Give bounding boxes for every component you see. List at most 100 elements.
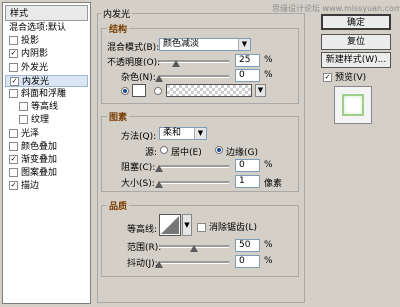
- ok-button[interactable]: 确定: [321, 14, 391, 30]
- style-item-label: 斜面和浮雕: [21, 89, 67, 99]
- style-item-label: 内发光: [22, 76, 50, 87]
- style-item[interactable]: 投影: [5, 35, 88, 47]
- noise-label: 杂色(N):: [121, 73, 156, 83]
- reset-button[interactable]: 复位: [321, 34, 391, 50]
- style-item[interactable]: 渐变叠加: [5, 154, 88, 166]
- antialias-checkbox[interactable]: 消除锯齿(L): [197, 220, 257, 233]
- style-item-checkbox[interactable]: [19, 115, 28, 125]
- style-item-label: 图案叠加: [21, 168, 58, 179]
- range-input[interactable]: 50: [235, 239, 260, 252]
- styles-header[interactable]: 样式: [5, 5, 88, 21]
- style-item[interactable]: 颜色叠加: [5, 141, 88, 153]
- range-label: 范围(R):: [127, 243, 162, 253]
- noise-input[interactable]: 0: [235, 69, 260, 82]
- choke-label: 阻塞(C):: [121, 163, 156, 173]
- style-item-checkbox[interactable]: [9, 181, 18, 191]
- choke-slider-thumb[interactable]: [155, 165, 163, 172]
- blend-mode-select[interactable]: 颜色减淡 ▼: [159, 38, 251, 51]
- inner-glow-title: 内发光: [101, 7, 133, 20]
- preview-checkbox[interactable]: 预览(V): [323, 70, 366, 83]
- checkbox-icon: [197, 222, 206, 232]
- structure-title: 结构: [107, 22, 130, 35]
- style-preview: [334, 86, 372, 124]
- opacity-slider[interactable]: [159, 60, 229, 63]
- noise-percent: %: [264, 70, 273, 80]
- blend-mode-value: 颜色减淡: [163, 39, 200, 49]
- opacity-label: 不透明度(O):: [107, 58, 161, 68]
- style-item[interactable]: 混合选项:默认: [5, 22, 88, 34]
- jitter-percent: %: [264, 256, 273, 266]
- style-item-label: 混合选项:默认: [9, 23, 67, 33]
- style-item[interactable]: 内发光: [5, 74, 88, 87]
- edge-label: 边缘(G): [226, 148, 258, 158]
- style-item[interactable]: 光泽: [5, 128, 88, 140]
- style-item[interactable]: 等高线: [5, 101, 88, 113]
- style-item[interactable]: 内阴影: [5, 48, 88, 60]
- center-label: 居中(E): [171, 148, 202, 158]
- quality-title: 品质: [107, 199, 130, 212]
- antialias-label: 消除锯齿(L): [209, 223, 258, 233]
- size-slider[interactable]: [159, 181, 229, 184]
- styles-list: 样式 混合选项:默认投影内阴影外发光内发光斜面和浮雕等高线纹理光泽颜色叠加渐变叠…: [2, 2, 91, 304]
- jitter-slider-thumb[interactable]: [155, 261, 163, 268]
- choke-input[interactable]: 0: [235, 159, 260, 172]
- chevron-down-icon: ▼: [194, 128, 206, 139]
- size-unit: 像素: [264, 179, 283, 189]
- style-item-label: 投影: [21, 36, 40, 47]
- style-item-checkbox[interactable]: [9, 141, 18, 151]
- size-input[interactable]: 1: [235, 175, 260, 188]
- technique-value: 柔和: [163, 128, 182, 138]
- range-percent: %: [264, 240, 273, 250]
- style-item-checkbox[interactable]: [19, 102, 28, 112]
- chevron-down-icon[interactable]: ▼: [255, 84, 266, 97]
- style-item[interactable]: 外发光: [5, 62, 88, 74]
- style-item[interactable]: 图案叠加: [5, 167, 88, 179]
- style-item-label: 内阴影: [21, 49, 49, 60]
- preview-label: 预览(V): [335, 73, 367, 83]
- contour-picker[interactable]: [159, 214, 181, 236]
- style-item-checkbox[interactable]: [10, 76, 19, 86]
- style-item-checkbox[interactable]: [9, 168, 18, 178]
- style-item-checkbox[interactable]: [9, 49, 18, 59]
- size-slider-thumb[interactable]: [155, 181, 163, 188]
- glow-color-swatch[interactable]: [132, 84, 146, 97]
- edge-radio[interactable]: [215, 146, 223, 154]
- gradient-picker[interactable]: [166, 84, 252, 97]
- elements-title: 图素: [107, 110, 130, 123]
- style-item-checkbox[interactable]: [9, 89, 18, 98]
- source-label: 源:: [145, 148, 158, 158]
- technique-label: 方法(Q):: [121, 132, 157, 142]
- gradient-radio[interactable]: [154, 87, 162, 95]
- blend-mode-label: 混合模式(B):: [107, 43, 160, 53]
- style-item[interactable]: 纹理: [5, 114, 88, 126]
- center-radio[interactable]: [160, 146, 168, 154]
- opacity-input[interactable]: 25: [235, 54, 260, 67]
- style-item-checkbox[interactable]: [9, 62, 18, 72]
- preview-swatch: [342, 94, 364, 116]
- range-slider-thumb[interactable]: [190, 245, 198, 252]
- technique-select[interactable]: 柔和 ▼: [159, 127, 207, 140]
- style-item-checkbox[interactable]: [9, 36, 18, 46]
- style-item-label: 描边: [21, 181, 40, 192]
- solid-color-radio[interactable]: [121, 87, 129, 95]
- style-item-label: 纹理: [31, 115, 50, 126]
- contour-label: 等高线:: [127, 225, 158, 235]
- chevron-down-icon[interactable]: ▼: [182, 214, 192, 236]
- style-item[interactable]: 斜面和浮雕: [5, 88, 88, 100]
- jitter-input[interactable]: 0: [235, 255, 260, 268]
- jitter-slider[interactable]: [159, 261, 229, 264]
- noise-slider[interactable]: [159, 75, 229, 78]
- style-item-checkbox[interactable]: [9, 128, 18, 138]
- style-item-checkbox[interactable]: [9, 155, 18, 164]
- opacity-percent: %: [264, 55, 273, 65]
- opacity-slider-thumb[interactable]: [172, 60, 180, 67]
- style-item-label: 外发光: [21, 62, 49, 73]
- choke-slider[interactable]: [159, 165, 229, 168]
- noise-slider-thumb[interactable]: [155, 75, 163, 82]
- style-item[interactable]: 描边: [5, 180, 88, 192]
- new-style-button[interactable]: 新建样式(W)...: [321, 52, 391, 68]
- jitter-label: 抖动(J):: [127, 259, 158, 269]
- choke-percent: %: [264, 160, 273, 170]
- style-item-label: 颜色叠加: [21, 141, 58, 152]
- checkbox-icon: [323, 72, 332, 82]
